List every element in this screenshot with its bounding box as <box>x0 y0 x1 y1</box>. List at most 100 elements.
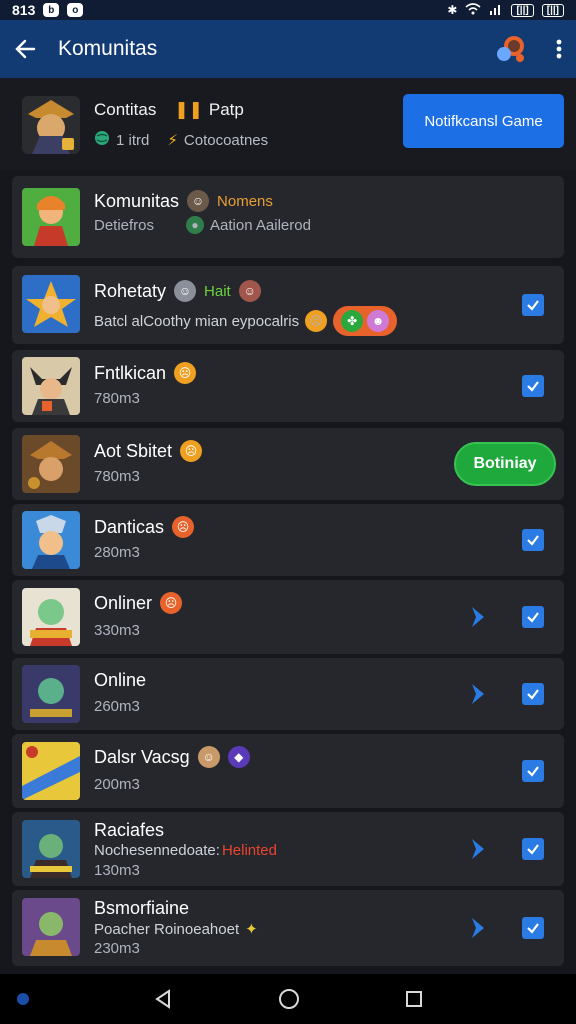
list-item[interactable]: Online 260m3 <box>12 658 564 730</box>
community-avatar <box>22 96 80 154</box>
notification-icon: b <box>43 3 60 17</box>
avatar-icon: ☺ <box>174 280 197 302</box>
item-subtitle: 200m3 <box>94 776 140 793</box>
chevron-right-icon[interactable] <box>468 916 488 940</box>
item-subtitle: 280m3 <box>94 544 140 561</box>
list-item[interactable]: Raciafes Nochesennedoate: Helinted 130m3 <box>12 812 564 886</box>
nav-indicator-icon <box>16 992 30 1011</box>
community-icon[interactable] <box>494 34 530 64</box>
list-item[interactable]: Dalsr Vacsg ☺ ◆ 200m3 <box>12 734 564 808</box>
game-thumbnail <box>22 275 80 333</box>
list-item[interactable]: Fntlkican ☹ 780m3 <box>12 350 564 422</box>
emoji-icon: ☹ <box>305 310 328 332</box>
game-thumbnail <box>22 511 80 569</box>
item-subtitle: 780m3 <box>94 468 140 485</box>
emoji-icon: ☹ <box>160 592 183 614</box>
pause-icon: ❚❚ <box>174 100 203 119</box>
avatar-icon: ☺ <box>187 190 210 212</box>
battery-icon: [||] <box>541 3 564 17</box>
item-subtitle: 780m3 <box>94 390 140 407</box>
item-title: Rohetaty <box>94 280 167 301</box>
arrow-left-icon[interactable] <box>14 38 36 60</box>
game-thumbnail <box>22 435 80 493</box>
item-count: 230m3 <box>94 940 140 957</box>
item-title: Bsmorfiaine <box>94 898 190 918</box>
header-label: Patp <box>208 100 244 119</box>
lightning-icon: ⚡ <box>167 132 178 149</box>
notification-icon: o <box>67 3 84 17</box>
item-subtitle: 330m3 <box>94 622 140 639</box>
chevron-right-icon[interactable] <box>468 605 488 629</box>
item-subtitle: Nochesennedoate: <box>94 842 220 859</box>
item-title: Online <box>94 670 147 690</box>
wifi-icon <box>465 2 481 18</box>
item-title: Aot Sbitet <box>94 440 173 461</box>
app-bar: Komunitas <box>0 20 576 78</box>
game-thumbnail <box>22 357 80 415</box>
checkbox[interactable] <box>522 606 544 628</box>
item-title: Danticas <box>94 516 165 537</box>
item-count: 130m3 <box>94 862 140 879</box>
header-title: Contitas <box>94 100 157 119</box>
item-title: Fntlkican <box>94 362 167 383</box>
game-thumbnail <box>22 588 80 646</box>
chevron-right-icon[interactable] <box>468 837 488 861</box>
header-members: 1 itrd <box>116 131 150 149</box>
list-item[interactable]: Bsmorfiaine Poacher Roinoeahoet ✦ 230m3 <box>12 890 564 966</box>
emoji-icon: ☹ <box>172 516 195 538</box>
status-bar: 813 b o ✱ [||] [||] <box>0 0 576 20</box>
checkbox[interactable] <box>522 683 544 705</box>
bluetooth-icon: ✱ <box>447 3 458 17</box>
signal-icon <box>489 3 503 18</box>
sparkle-icon: ✦ <box>245 921 258 938</box>
item-tag: Hait <box>204 282 231 300</box>
list-item[interactable]: Komunitas ☺ Nomens Detiefros ● Aation Aa… <box>12 176 564 258</box>
game-thumbnail <box>22 742 80 800</box>
game-thumbnail <box>22 820 80 878</box>
globe-icon: ● <box>186 216 205 234</box>
list-item[interactable]: Danticas ☹ 280m3 <box>12 504 564 576</box>
item-title: Komunitas <box>94 190 180 211</box>
nav-back-icon[interactable] <box>153 989 173 1009</box>
item-tag: Nomens <box>217 192 273 210</box>
notify-game-button[interactable]: Notifkcansl Game <box>403 94 564 148</box>
checkbox[interactable] <box>522 760 544 782</box>
checkbox[interactable] <box>522 917 544 939</box>
action-button[interactable]: Botiniay <box>454 442 556 486</box>
item-title: Dalsr Vacsg <box>94 746 190 767</box>
checkbox[interactable] <box>522 294 544 316</box>
item-title: Raciafes <box>94 820 165 840</box>
community-header: Contitas ❚❚ Patp 1 itrd ⚡ Cotocoatnes No… <box>0 78 576 170</box>
chevron-right-icon[interactable] <box>468 682 488 706</box>
emoji-icon: ☹ <box>174 362 197 384</box>
system-nav-bar <box>0 974 576 1024</box>
status-icons: ✱ [||] [||] <box>447 2 564 18</box>
emoji-icon: ☹ <box>180 440 203 462</box>
list-item[interactable]: Onliner ☹ 330m3 <box>12 580 564 654</box>
item-subtitle: Poacher Roinoeahoet <box>94 920 240 938</box>
item-title: Onliner <box>94 592 153 613</box>
more-vert-icon[interactable] <box>556 39 562 59</box>
game-thumbnail <box>22 665 80 723</box>
game-thumbnail <box>22 898 80 956</box>
item-highlight: Helinted <box>221 842 277 859</box>
nav-home-icon[interactable] <box>278 988 300 1010</box>
checkbox[interactable] <box>522 529 544 551</box>
nav-recents-icon[interactable] <box>405 990 423 1008</box>
item-subtitle: Batcl alCoothy mian eypocalris <box>94 312 300 330</box>
list-item[interactable]: Rohetaty ☺ Hait ☺ Batcl alCoothy mian ey… <box>12 266 564 344</box>
globe-icon <box>94 130 110 150</box>
avatar-icon: ☺ <box>238 280 261 302</box>
header-detail: Cotocoatnes <box>183 131 269 149</box>
game-thumbnail <box>22 188 80 246</box>
status-time: 813 <box>12 2 36 18</box>
item-subtitle: 260m3 <box>94 698 140 715</box>
clover-icon: ✤ <box>341 310 364 332</box>
smile-icon: ☻ <box>367 310 390 332</box>
item-subtitle: Detiefros <box>94 216 155 234</box>
list-item[interactable]: Aot Sbitet ☹ 780m3 Botiniay <box>12 428 564 500</box>
checkbox[interactable] <box>522 375 544 397</box>
checkbox[interactable] <box>522 838 544 860</box>
avatar-icon: ☺ <box>197 746 220 768</box>
reaction-badge[interactable]: ✤ ☻ <box>333 306 398 336</box>
